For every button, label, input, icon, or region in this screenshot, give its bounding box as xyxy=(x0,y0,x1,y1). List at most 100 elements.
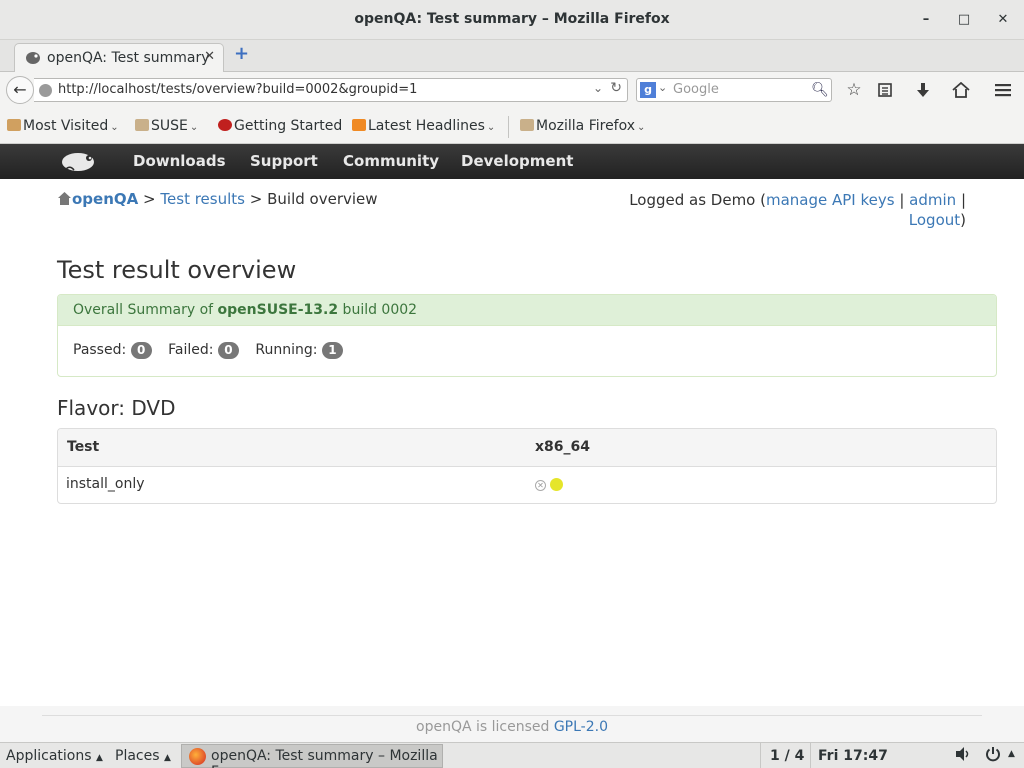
places-menu[interactable]: Places ▲ xyxy=(115,748,171,764)
bookmark-star-icon[interactable]: ☆ xyxy=(843,79,865,101)
distri-version: openSUSE-13.2 xyxy=(217,302,339,318)
workspace-switcher[interactable]: 1 / 4 xyxy=(770,748,804,764)
home-icon xyxy=(58,192,71,205)
bookmark-mozilla-firefox[interactable]: Mozilla Firefox ⌄ xyxy=(520,118,645,134)
breadcrumb-separator: > xyxy=(249,190,263,208)
maximize-button[interactable]: □ xyxy=(954,10,974,30)
breadcrumb-test-results[interactable]: Test results xyxy=(160,190,245,208)
home-icon[interactable] xyxy=(950,79,972,101)
search-engine-dropdown-icon[interactable]: ⌄ xyxy=(658,81,667,94)
manage-api-keys-link[interactable]: manage API keys xyxy=(766,191,895,209)
running-status-icon[interactable] xyxy=(550,478,563,491)
failed-badge: 0 xyxy=(217,342,239,359)
chameleon-icon xyxy=(218,119,232,131)
window-title: openQA: Test summary – Mozilla Firefox xyxy=(354,11,670,27)
globe-icon xyxy=(39,84,52,97)
taskbar-divider xyxy=(760,743,761,768)
breadcrumb-current: Build overview xyxy=(267,190,378,208)
taskbar: Applications ▲ Places ▲ openQA: Test sum… xyxy=(0,742,1024,768)
search-icon[interactable]: 🔍︎ xyxy=(811,81,829,99)
site-navbar: Downloads Support Community Development xyxy=(0,144,1024,179)
summary-prefix: Overall Summary of xyxy=(73,302,218,318)
search-bar[interactable]: g ⌄ Google 🔍︎ xyxy=(636,78,832,102)
search-input[interactable]: Google xyxy=(673,82,719,97)
url-text[interactable]: http://localhost/tests/overview?build=00… xyxy=(58,82,417,97)
rss-icon xyxy=(352,119,366,131)
failed-count: Failed: 0 xyxy=(168,342,239,359)
bookmark-label: Most Visited xyxy=(23,118,109,134)
running-count: Running: 1 xyxy=(255,342,343,359)
breadcrumb: openQA > Test results > Build overview xyxy=(58,190,378,208)
tab-close-icon[interactable]: ✕ xyxy=(204,49,215,64)
triangle-up-icon: ▲ xyxy=(163,753,171,763)
table-header: Test x86_64 xyxy=(58,429,996,467)
failed-label: Failed: xyxy=(168,342,214,358)
minimize-button[interactable]: – xyxy=(916,10,936,30)
running-label: Running: xyxy=(255,342,318,358)
separator: | xyxy=(956,191,966,209)
taskbar-window-label: openQA: Test summary – Mozilla F... xyxy=(211,748,438,768)
taskbar-window-firefox[interactable]: openQA: Test summary – Mozilla F... xyxy=(181,744,443,768)
bookmark-most-visited[interactable]: Most Visited ⌄ xyxy=(7,118,119,134)
opensuse-favicon-icon xyxy=(26,52,40,64)
nav-development[interactable]: Development xyxy=(461,152,573,170)
nav-community[interactable]: Community xyxy=(343,152,439,170)
folder-icon xyxy=(135,119,149,131)
new-tab-icon[interactable]: + xyxy=(234,45,250,63)
column-header-arch: x86_64 xyxy=(535,439,590,455)
chevron-down-icon: ⌄ xyxy=(486,122,496,133)
logged-as-text: Logged as Demo ( xyxy=(629,191,766,209)
summary-body: Passed: 0 Failed: 0 Running: 1 xyxy=(58,326,996,375)
back-button[interactable]: ← xyxy=(6,76,34,104)
passed-count: Passed: 0 xyxy=(73,342,152,359)
separator: | xyxy=(894,191,910,209)
volume-icon[interactable] xyxy=(955,746,971,766)
breadcrumb-home[interactable]: openQA xyxy=(72,190,138,208)
bookmark-latest-headlines[interactable]: Latest Headlines ⌄ xyxy=(352,118,495,134)
tab-openqa[interactable]: openQA: Test summary ✕ xyxy=(14,43,224,73)
test-name: install_only xyxy=(66,476,145,492)
bookmarks-menu-icon[interactable] xyxy=(874,79,896,101)
url-bar[interactable]: http://localhost/tests/overview?build=00… xyxy=(34,78,628,102)
logout-link[interactable]: Logout xyxy=(909,211,960,229)
triangle-up-icon: ▲ xyxy=(95,753,103,763)
bookmarks-toolbar: Most Visited ⌄ SUSE ⌄ Getting Started Late… xyxy=(0,110,1024,144)
footer: openQA is licensed GPL-2.0 xyxy=(0,706,1024,742)
column-header-test: Test xyxy=(67,439,100,455)
table-row: install_only ✕ xyxy=(58,467,996,504)
bookmark-label: Latest Headlines xyxy=(368,118,485,134)
reload-icon[interactable]: ↻ xyxy=(610,80,622,96)
admin-link[interactable]: admin xyxy=(909,191,956,209)
passed-badge: 0 xyxy=(130,342,152,359)
bookmark-suse[interactable]: SUSE ⌄ xyxy=(135,118,198,134)
chevron-down-icon: ⌄ xyxy=(110,122,119,133)
url-history-dropdown-icon[interactable]: ⌄ xyxy=(593,81,603,95)
download-icon[interactable] xyxy=(912,79,934,101)
license-link[interactable]: GPL-2.0 xyxy=(554,719,608,735)
build-label: build 0002 xyxy=(338,302,418,318)
system-menu-triangle-icon[interactable]: ▲ xyxy=(1008,749,1015,759)
footer-text: openQA is licensed GPL-2.0 xyxy=(0,719,1024,735)
nav-downloads[interactable]: Downloads xyxy=(133,152,226,170)
clock[interactable]: Fri 17:47 xyxy=(818,748,888,764)
window-titlebar: openQA: Test summary – Mozilla Firefox –… xyxy=(0,0,1024,40)
close-window-button[interactable]: ✕ xyxy=(993,10,1013,30)
bookmark-label: SUSE xyxy=(151,118,188,134)
chevron-down-icon: ⌄ xyxy=(637,122,646,133)
applications-menu[interactable]: Applications ▲ xyxy=(6,748,103,764)
page-title: Test result overview xyxy=(57,256,297,284)
opensuse-logo-icon[interactable] xyxy=(60,149,100,173)
tab-strip: openQA: Test summary ✕ xyxy=(0,40,1024,73)
bookmarks-separator xyxy=(508,116,509,138)
cancel-job-icon[interactable]: ✕ xyxy=(535,480,546,491)
places-label: Places xyxy=(115,748,160,764)
menu-icon[interactable] xyxy=(992,79,1014,101)
nav-support[interactable]: Support xyxy=(250,152,318,170)
search-engine-icon[interactable]: g xyxy=(640,82,656,98)
bookmark-label: Getting Started xyxy=(234,118,343,134)
closing-paren: ) xyxy=(960,211,966,229)
bookmark-getting-started[interactable]: Getting Started xyxy=(218,118,342,134)
power-icon[interactable] xyxy=(985,746,1001,766)
summary-panel: Overall Summary of openSUSE-13.2 build 0… xyxy=(57,294,997,377)
running-badge: 1 xyxy=(321,342,343,359)
